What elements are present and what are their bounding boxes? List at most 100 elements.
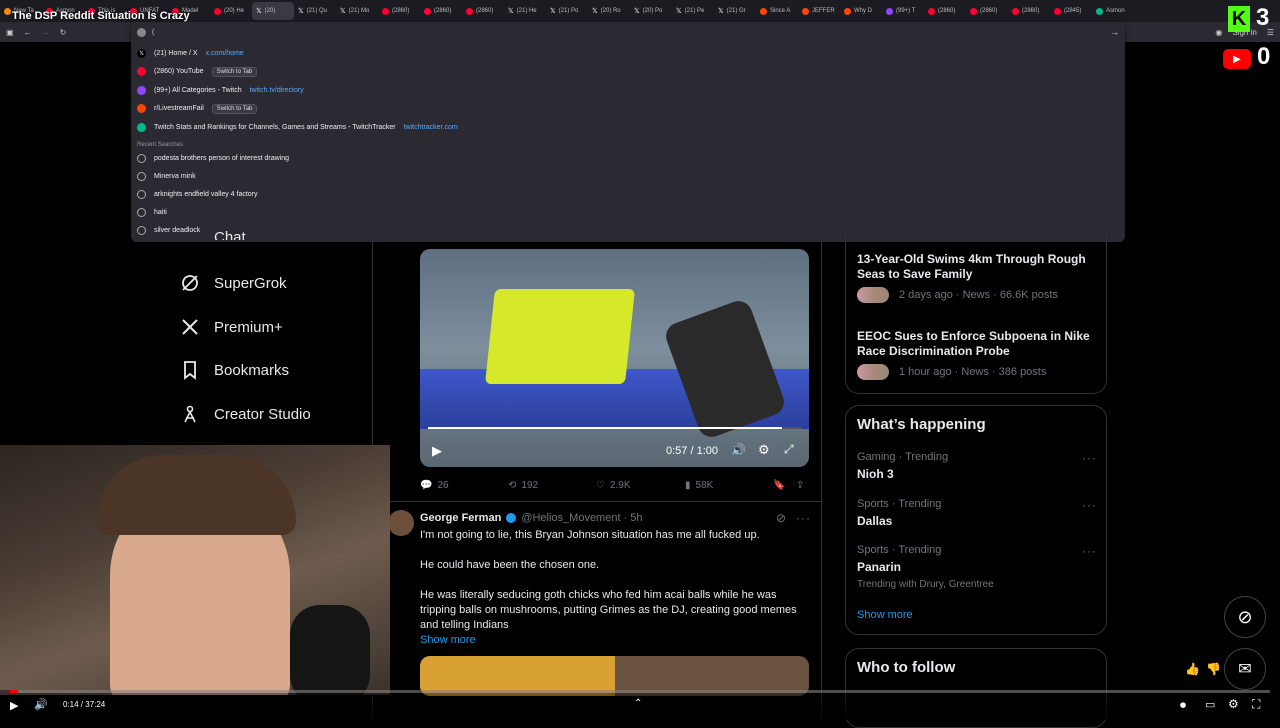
nav-item-supergrok[interactable]: SuperGrok <box>180 268 287 298</box>
reply-button[interactable]: 💬 26 <box>420 478 449 492</box>
url-suggestion[interactable]: (2860) YouTube Switch to Tab <box>137 63 258 81</box>
yt-autoplay-toggle[interactable]: ⏺ <box>1180 698 1186 713</box>
yt-volume-icon[interactable]: 🔊 <box>34 698 48 711</box>
tweet-author-name[interactable]: George Ferman <box>420 512 501 524</box>
grok-tweet-icon[interactable]: ⊘ <box>776 511 786 525</box>
x-icon: 𝕏 <box>340 7 346 15</box>
back-icon[interactable]: ← <box>24 28 32 37</box>
volume-icon[interactable]: 🔊 <box>731 443 746 457</box>
reply-count: 26 <box>437 479 449 491</box>
browser-tab[interactable]: 𝕏 (21) Mo <box>336 2 378 20</box>
go-arrow-icon[interactable]: → <box>1110 27 1119 37</box>
browser-tab[interactable]: 𝕏 (21) Qu <box>294 2 336 20</box>
x-icon: 𝕏 <box>718 7 724 15</box>
yt-play-icon[interactable]: ▶ <box>10 699 18 712</box>
trend-related[interactable]: Trending with Drury, Greentree <box>857 579 1097 590</box>
reload-icon[interactable]: ↻ <box>60 28 67 37</box>
settings-gear-icon[interactable]: ⚙ <box>758 442 770 458</box>
trend-more-icon[interactable]: ··· <box>1082 498 1097 512</box>
url-suggestion[interactable]: Twitch Stats and Rankings for Channels, … <box>137 118 458 136</box>
browser-tab[interactable]: (2860) <box>966 2 1008 20</box>
recent-search-item[interactable]: podesta brothers person of interest draw… <box>137 149 289 167</box>
fullscreen-icon[interactable]: ⤢ <box>784 442 794 457</box>
url-suggestion[interactable]: 𝕏 (21) Home / X x.com/home <box>137 44 244 62</box>
browser-tab[interactable]: Why D <box>840 2 882 20</box>
browser-tab[interactable]: (99+) T <box>882 2 924 20</box>
youtube-controls: ▶ 🔊 0:14 / 37:24 ⌃ ⏺ ▭ ⚙ ⛶ <box>0 690 1280 720</box>
recent-search-item[interactable]: arknights endfield valley 4 factory <box>137 185 258 203</box>
yt-settings-icon[interactable]: ⚙ <box>1228 697 1239 711</box>
trends-show-more-link[interactable]: Show more <box>857 609 913 621</box>
share-icon[interactable]: ⇪ <box>796 478 804 492</box>
x-icon: 𝕏 <box>137 48 146 58</box>
bookmark-post-icon[interactable]: 🔖 <box>773 478 785 492</box>
yt-expand-icon[interactable]: ⌃ <box>634 698 642 709</box>
nav-item-bookmarks[interactable]: Bookmarks <box>180 355 289 385</box>
news-headline[interactable]: 13-Year-Old Swims 4km Through Rough Seas… <box>857 252 1097 282</box>
url-suggestion[interactable]: r/LivestreamFail Switch to Tab <box>137 100 258 118</box>
nav-item-creator-studio[interactable]: Creator Studio <box>180 399 311 429</box>
yt-progress-track[interactable] <box>10 690 1270 693</box>
views-button[interactable]: ▮ 58K <box>685 478 713 492</box>
like-button[interactable]: ♡ 2.9K <box>596 478 631 492</box>
dislike-icon[interactable]: 👎 <box>1206 662 1221 676</box>
browser-tab[interactable]: (2860) <box>924 2 966 20</box>
browser-tab[interactable]: (2860) <box>378 2 420 20</box>
trend-more-icon[interactable]: ··· <box>1082 451 1097 465</box>
browser-tab[interactable]: (2860) <box>1008 2 1050 20</box>
url-suggestion[interactable]: (99+) All Categories - Twitch twitch.tv/d… <box>137 81 304 99</box>
video-progress-track[interactable] <box>428 427 801 429</box>
browser-tab[interactable]: (20) He <box>210 2 252 20</box>
yt-fullscreen-icon[interactable]: ⛶ <box>1252 697 1260 712</box>
yt-captions-icon[interactable]: ▭ <box>1205 698 1215 711</box>
nav-item-label: Bookmarks <box>214 361 290 379</box>
avatar[interactable] <box>388 510 414 536</box>
trend-item[interactable]: Sports · Trending Dallas ··· <box>857 498 1097 528</box>
browser-tab[interactable]: 𝕏 (21) Po <box>546 2 588 20</box>
switch-to-tab-button[interactable]: Switch to Tab <box>211 103 258 114</box>
play-icon[interactable]: ▶ <box>432 443 442 459</box>
messages-float-button[interactable]: ✉ <box>1224 648 1266 690</box>
recent-search-item[interactable]: Minerva mink <box>137 167 196 185</box>
repost-button[interactable]: ⟲ 192 <box>508 478 538 492</box>
browser-tab[interactable]: Asmon <box>1092 2 1134 20</box>
twitch-icon <box>886 7 893 15</box>
browser-tab[interactable]: 𝕏 (20) Ro <box>588 2 630 20</box>
nav-item-premium[interactable]: Premium+ <box>180 312 283 342</box>
switch-to-tab-button[interactable]: Switch to Tab <box>211 66 258 77</box>
browser-tab[interactable]: JEFFER <box>798 2 840 20</box>
browser-tab[interactable]: 𝕏 (20) <box>252 2 294 20</box>
news-headline[interactable]: EEOC Sues to Enforce Subpoena in Nike Ra… <box>857 329 1097 359</box>
embedded-video[interactable]: ▶ 0:57 / 1:00 🔊 ⚙ ⤢ <box>420 249 809 467</box>
browser-tab[interactable]: 𝕏 (21) He <box>504 2 546 20</box>
search-engine-icon[interactable] <box>137 27 146 37</box>
browser-tab[interactable]: 𝕏 (21) Gr <box>714 2 756 20</box>
more-options-icon[interactable]: ··· <box>796 511 811 525</box>
tab-label: (21) Qu <box>306 8 327 14</box>
browser-tab[interactable]: (2860) <box>420 2 462 20</box>
browser-tab[interactable]: (2860) <box>462 2 504 20</box>
browser-tab[interactable]: (2845) <box>1050 2 1092 20</box>
grok-float-button[interactable]: ⊘ <box>1224 596 1266 638</box>
like-icon[interactable]: 👍 <box>1185 662 1200 676</box>
recent-search-item[interactable]: haiti <box>137 203 167 221</box>
browser-tab[interactable]: Since A <box>756 2 798 20</box>
tab-label: Asmon <box>1106 8 1125 14</box>
url-input[interactable]: ( → <box>131 22 1125 42</box>
trend-more-icon[interactable]: ··· <box>1082 544 1097 558</box>
grok-icon <box>182 275 198 291</box>
browser-tab[interactable]: 𝕏 (21) Pe <box>672 2 714 20</box>
nav-item-chat[interactable]: Chat <box>180 228 246 240</box>
suggestion-title: Twitch Stats and Rankings for Channels, … <box>154 123 396 131</box>
trend-item[interactable]: Gaming · Trending Nioh 3 ··· <box>857 451 1097 481</box>
trend-item[interactable]: Sports · Trending Panarin Trending with Dr… <box>857 544 1097 590</box>
sidebar-icon[interactable]: ▣ <box>6 28 14 37</box>
tweet-line: He was literally seducing goth chicks wh… <box>420 589 797 631</box>
show-more-link[interactable]: Show more <box>420 633 810 648</box>
clock-icon <box>137 207 146 217</box>
tweet-handle[interactable]: @Helios_Movement · 5h <box>521 512 642 524</box>
forward-icon[interactable]: → <box>42 28 50 37</box>
youtube-logo-icon: ▶ <box>1223 49 1251 69</box>
browser-tab[interactable]: 𝕏 (20) Po <box>630 2 672 20</box>
youtube-icon <box>970 7 977 15</box>
